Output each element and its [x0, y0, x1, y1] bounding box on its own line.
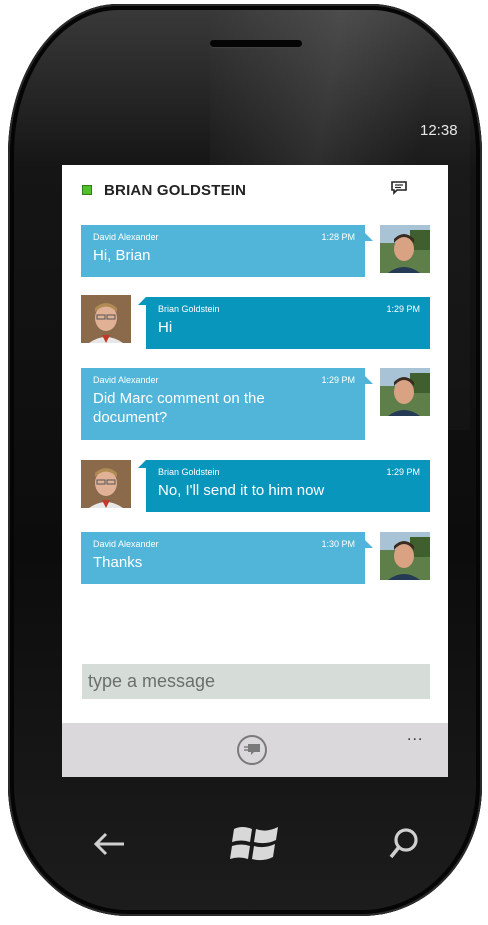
brian-avatar-image — [81, 295, 131, 343]
bubble-tail — [365, 540, 373, 548]
message-bubble[interactable]: David Alexander 1:30 PM Thanks — [81, 532, 365, 584]
back-arrow-icon[interactable] — [92, 830, 128, 858]
david-avatar-image — [380, 225, 430, 273]
message-bubble[interactable]: Brian Goldstein 1:29 PM No, I'll send it… — [146, 460, 430, 512]
message-time: 1:29 PM — [386, 304, 420, 314]
message-time: 1:29 PM — [386, 467, 420, 477]
more-options-button[interactable]: ... — [407, 727, 423, 745]
send-button[interactable] — [237, 735, 267, 765]
david-avatar-image — [380, 532, 430, 580]
chat-mode-icon[interactable] — [391, 181, 407, 195]
avatar-brian[interactable] — [81, 460, 131, 508]
message-sender: David Alexander — [93, 539, 159, 549]
message-sender: Brian Goldstein — [158, 467, 220, 477]
search-icon[interactable] — [386, 826, 422, 862]
avatar-david[interactable] — [380, 225, 430, 273]
message-time: 1:28 PM — [321, 232, 355, 242]
message-time: 1:30 PM — [321, 539, 355, 549]
bubble-tail — [138, 297, 146, 305]
message-bubble[interactable]: Brian Goldstein 1:29 PM Hi — [146, 297, 430, 349]
bubble-tail — [365, 376, 373, 384]
messaging-screen: BRIAN GOLDSTEIN David Alexander 1:28 PM … — [62, 165, 448, 777]
avatar-david[interactable] — [380, 532, 430, 580]
conversation-header: BRIAN GOLDSTEIN — [82, 180, 422, 200]
phone-device: 12:38 BRIAN GOLDSTEIN David Alexander 1:… — [0, 0, 488, 925]
message-text: No, I'll send it to him now — [158, 482, 325, 499]
message-sender: Brian Goldstein — [158, 304, 220, 314]
message-time: 1:29 PM — [321, 375, 355, 385]
avatar-brian[interactable] — [81, 295, 131, 343]
avatar-david[interactable] — [380, 368, 430, 416]
message-input[interactable] — [82, 664, 430, 699]
message-bubble[interactable]: David Alexander 1:29 PM Did Marc comment… — [81, 368, 365, 440]
contact-name[interactable]: BRIAN GOLDSTEIN — [104, 182, 246, 199]
app-bar: ... — [62, 723, 448, 777]
bubble-tail — [138, 460, 146, 468]
message-text: Thanks — [93, 554, 143, 571]
message-sender: David Alexander — [93, 232, 159, 242]
bubble-tail — [365, 233, 373, 241]
david-avatar-image — [380, 368, 430, 416]
message-text: Hi — [158, 319, 173, 336]
message-text: Hi, Brian — [93, 247, 151, 264]
presence-indicator — [82, 185, 92, 195]
send-message-icon — [244, 744, 260, 755]
earpiece-speaker — [210, 40, 302, 47]
status-time: 12:38 — [420, 122, 458, 139]
windows-start-icon[interactable] — [228, 823, 284, 865]
message-bubble[interactable]: David Alexander 1:28 PM Hi, Brian — [81, 225, 365, 277]
message-text: Did Marc comment on the document? — [93, 390, 265, 426]
message-sender: David Alexander — [93, 375, 159, 385]
brian-avatar-image — [81, 460, 131, 508]
